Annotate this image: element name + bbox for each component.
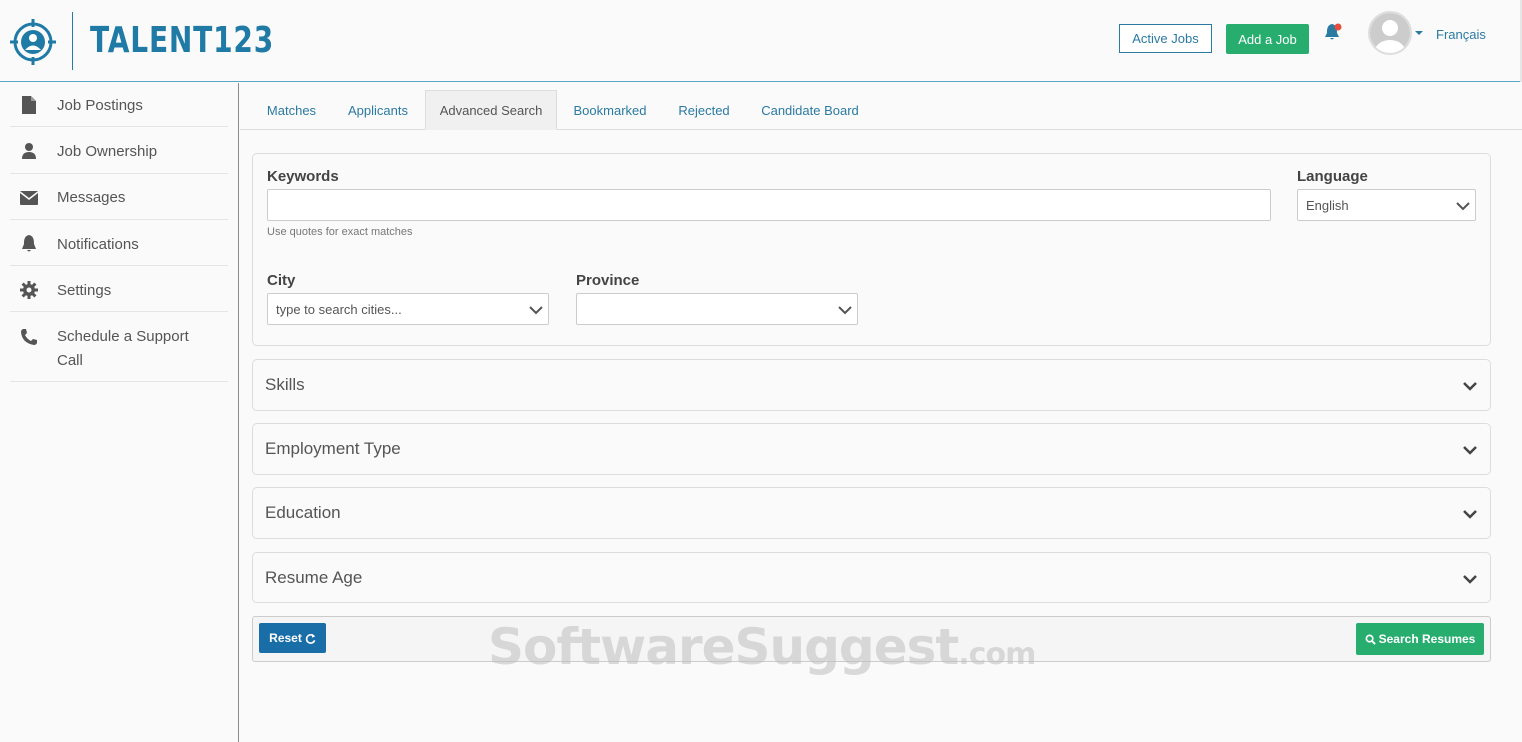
accordion-title: Resume Age bbox=[265, 568, 363, 587]
sidebar-item-label: Messages bbox=[57, 189, 126, 206]
sidebar-item-label: Notifications bbox=[57, 236, 139, 253]
accordion-skills[interactable]: Skills bbox=[252, 359, 1491, 411]
sidebar-item-label: Schedule a Support Call bbox=[57, 328, 189, 369]
chevron-down-icon bbox=[1463, 382, 1477, 391]
tab-matches[interactable]: Matches bbox=[258, 90, 325, 130]
accordion-title: Education bbox=[265, 503, 341, 522]
sidebar-item-label: Job Postings bbox=[57, 97, 143, 114]
city-placeholder: type to search cities... bbox=[276, 302, 402, 317]
target-logo-icon bbox=[10, 19, 56, 65]
tab-advanced-search[interactable]: Advanced Search bbox=[425, 90, 557, 130]
chevron-down-icon bbox=[1463, 575, 1477, 584]
search-resumes-button[interactable]: Search Resumes bbox=[1356, 623, 1484, 655]
language-select[interactable]: English bbox=[1297, 189, 1476, 221]
sidebar-item-notifications[interactable]: Notifications bbox=[10, 221, 228, 266]
accordion-title: Skills bbox=[265, 375, 305, 394]
sidebar-item-settings[interactable]: Settings bbox=[10, 267, 228, 312]
search-icon bbox=[1365, 634, 1376, 645]
sidebar: Job Postings Job Ownership Messages Noti… bbox=[0, 83, 239, 742]
refresh-icon bbox=[305, 633, 316, 644]
city-label: City bbox=[267, 272, 296, 289]
chevron-down-icon bbox=[1463, 446, 1477, 455]
accordion-employment-type[interactable]: Employment Type bbox=[252, 423, 1491, 475]
sidebar-item-job-postings[interactable]: Job Postings bbox=[10, 83, 228, 127]
avatar-silhouette-icon bbox=[1370, 13, 1410, 53]
chevron-down-icon bbox=[838, 306, 852, 315]
sidebar-item-support-call[interactable]: Schedule a Support Call bbox=[10, 313, 228, 382]
language-label: Language bbox=[1297, 168, 1368, 185]
language-value: English bbox=[1306, 198, 1349, 213]
search-action-bar: Reset Search Resumes bbox=[252, 616, 1491, 662]
language-toggle-link[interactable]: Français bbox=[1436, 27, 1486, 42]
reset-button[interactable]: Reset bbox=[259, 623, 326, 653]
sidebar-item-label: Job Ownership bbox=[57, 143, 158, 160]
sidebar-item-label: Settings bbox=[57, 282, 112, 299]
notification-bell-icon[interactable] bbox=[1322, 22, 1344, 44]
accordion-resume-age[interactable]: Resume Age bbox=[252, 552, 1491, 603]
city-search-select[interactable]: type to search cities... bbox=[267, 293, 549, 325]
search-form-panel: Keywords Use quotes for exact matches La… bbox=[252, 153, 1491, 346]
active-jobs-button[interactable]: Active Jobs bbox=[1119, 24, 1212, 53]
tab-applicants[interactable]: Applicants bbox=[339, 90, 417, 130]
sidebar-item-messages[interactable]: Messages bbox=[10, 175, 228, 220]
sidebar-item-job-ownership[interactable]: Job Ownership bbox=[10, 129, 228, 174]
tab-rejected[interactable]: Rejected bbox=[670, 90, 738, 130]
envelope-icon bbox=[19, 191, 39, 205]
search-tabs: Matches Applicants Advanced Search Bookm… bbox=[240, 83, 1522, 130]
tab-candidate-board[interactable]: Candidate Board bbox=[754, 90, 866, 130]
brand-name[interactable]: TALENT123 bbox=[90, 18, 274, 64]
search-button-label: Search Resumes bbox=[1378, 632, 1476, 646]
gear-icon bbox=[20, 281, 38, 299]
keywords-help-text: Use quotes for exact matches bbox=[267, 226, 413, 238]
avatar-dropdown-caret-icon[interactable] bbox=[1415, 31, 1423, 35]
phone-icon bbox=[21, 329, 37, 345]
province-select[interactable] bbox=[576, 293, 858, 325]
add-job-button[interactable]: Add a Job bbox=[1226, 24, 1309, 54]
chevron-down-icon bbox=[1463, 510, 1477, 519]
keywords-label: Keywords bbox=[267, 168, 339, 185]
chevron-down-icon bbox=[529, 306, 543, 315]
accordion-education[interactable]: Education bbox=[252, 487, 1491, 539]
user-avatar[interactable] bbox=[1368, 11, 1412, 55]
user-icon bbox=[22, 143, 36, 159]
reset-button-label: Reset bbox=[269, 631, 302, 645]
top-header: TALENT123 Active Jobs Add a Job Français bbox=[0, 0, 1522, 82]
accordion-title: Employment Type bbox=[265, 439, 401, 458]
logo-divider bbox=[72, 12, 73, 70]
bell-icon bbox=[22, 235, 36, 252]
document-icon bbox=[22, 96, 36, 114]
tab-bookmarked[interactable]: Bookmarked bbox=[565, 90, 655, 130]
chevron-down-icon bbox=[1456, 202, 1470, 211]
province-label: Province bbox=[576, 272, 640, 289]
keywords-input[interactable] bbox=[267, 189, 1271, 221]
